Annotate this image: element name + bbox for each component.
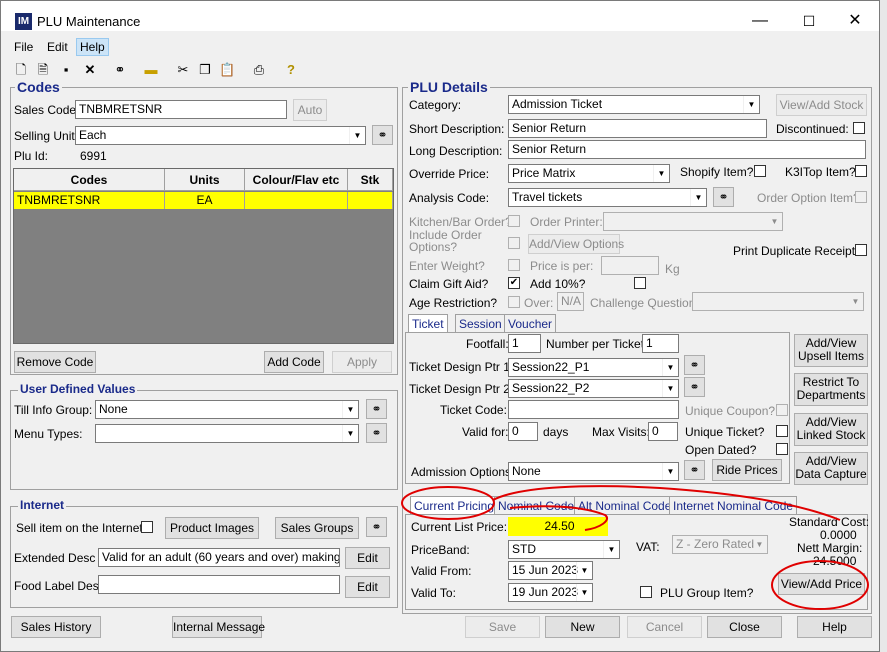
annotation-circle-current-pricing bbox=[401, 486, 495, 520]
annotation-circle-view-add-price bbox=[771, 560, 869, 610]
annotation-curve bbox=[492, 485, 841, 521]
annotation-price-mark bbox=[509, 505, 608, 531]
red-annotation-overlay bbox=[401, 485, 869, 610]
